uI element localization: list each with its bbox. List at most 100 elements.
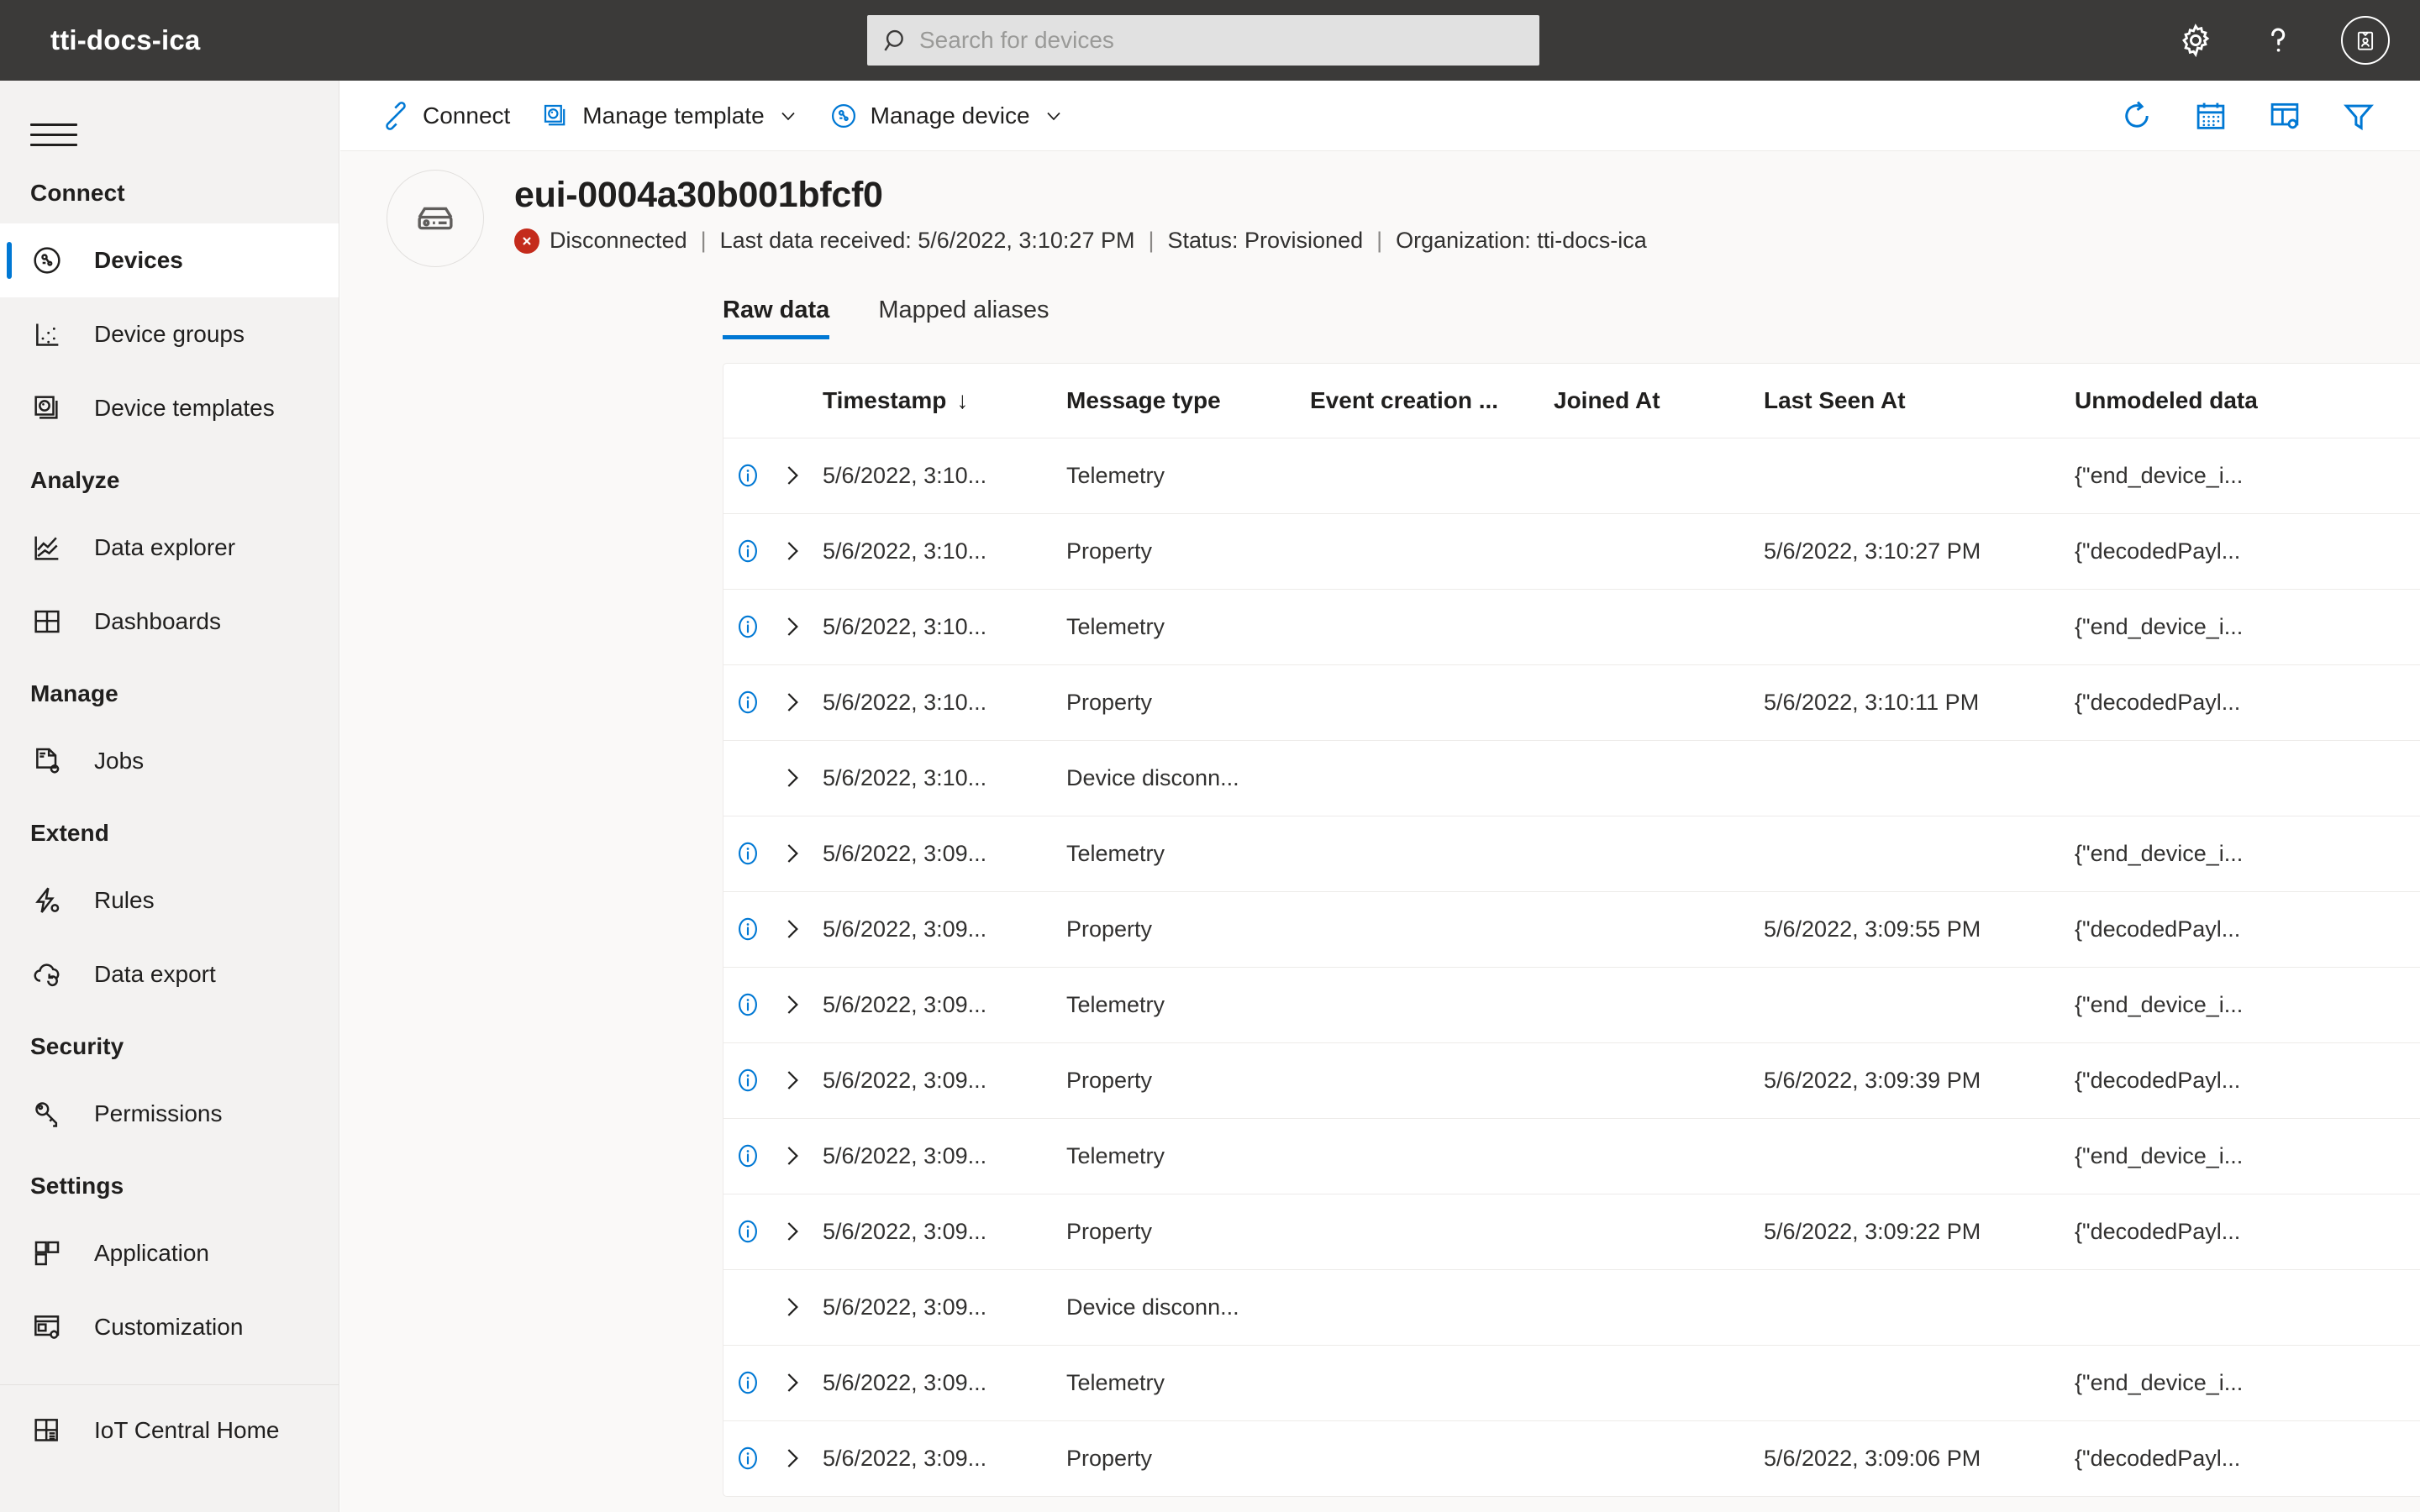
- info-icon[interactable]: [734, 461, 762, 490]
- info-icon[interactable]: [734, 1217, 762, 1246]
- sidebar-item-devices[interactable]: Devices: [0, 223, 339, 297]
- info-icon[interactable]: [734, 990, 762, 1019]
- info-icon[interactable]: [734, 612, 762, 641]
- info-icon[interactable]: [734, 1066, 762, 1095]
- sidebar-item-iot-central-home[interactable]: IoT Central Home: [0, 1394, 339, 1467]
- status-separator: |: [1148, 228, 1154, 254]
- table-row[interactable]: 5/6/2022, 3:09...Property5/6/2022, 3:09:…: [723, 1420, 2420, 1496]
- sidebar-item-application[interactable]: Application: [0, 1216, 339, 1290]
- sidebar-item-device-templates[interactable]: Device templates: [0, 371, 339, 445]
- sidebar-item-label: Rules: [94, 887, 155, 914]
- info-icon[interactable]: [734, 1444, 762, 1473]
- menu-toggle-button[interactable]: [30, 111, 77, 158]
- refresh-icon[interactable]: [2119, 98, 2154, 134]
- command-bar-right-actions: [2119, 98, 2420, 134]
- table-row[interactable]: 5/6/2022, 3:09...Telemetry{"end_device_i…: [723, 1118, 2420, 1194]
- table-row[interactable]: 5/6/2022, 3:10...Property5/6/2022, 3:10:…: [723, 513, 2420, 589]
- chevron-right-icon[interactable]: [779, 538, 806, 564]
- table-row[interactable]: 5/6/2022, 3:10...Telemetry{"end_device_i…: [723, 589, 2420, 664]
- chevron-right-icon[interactable]: [779, 1369, 806, 1396]
- settings-icon[interactable]: [2176, 21, 2215, 60]
- chevron-right-icon[interactable]: [779, 1067, 806, 1094]
- search-input[interactable]: [919, 22, 1524, 59]
- table-row[interactable]: 5/6/2022, 3:09...Telemetry{"end_device_i…: [723, 967, 2420, 1042]
- device-header-text: eui-0004a30b001bfcf0 Disconnected | Last…: [514, 170, 1647, 254]
- column-header-joined-at[interactable]: Joined At: [1554, 364, 1764, 438]
- table-row[interactable]: 5/6/2022, 3:10...Property5/6/2022, 3:10:…: [723, 664, 2420, 740]
- filter-icon[interactable]: [2341, 98, 2376, 134]
- sidebar-item-rules[interactable]: Rules: [0, 864, 339, 937]
- chevron-right-icon[interactable]: [779, 1445, 806, 1472]
- info-icon[interactable]: [734, 1142, 762, 1170]
- chevron-right-icon[interactable]: [779, 916, 806, 942]
- info-icon[interactable]: [734, 1368, 762, 1397]
- nav-group-manage: Manage: [0, 659, 339, 724]
- cell-message-type: Telemetry: [1066, 438, 1310, 513]
- device-groups-icon: [30, 318, 64, 351]
- chevron-right-icon[interactable]: [779, 764, 806, 791]
- sidebar-item-data-export[interactable]: Data export: [0, 937, 339, 1011]
- table-row[interactable]: 5/6/2022, 3:09...Property5/6/2022, 3:09:…: [723, 891, 2420, 967]
- sidebar-item-customization[interactable]: Customization: [0, 1290, 339, 1364]
- time-range-icon[interactable]: [2193, 98, 2228, 134]
- cell-unmodeled-data: {"decodedPayl...: [2075, 1420, 2420, 1496]
- cell-last-seen-at: [1764, 740, 2075, 816]
- chevron-right-icon[interactable]: [779, 1218, 806, 1245]
- tab-mapped-aliases[interactable]: Mapped aliases: [878, 286, 1055, 339]
- cell-message-type: Telemetry: [1066, 816, 1310, 891]
- table-row[interactable]: 5/6/2022, 3:09...Telemetry{"end_device_i…: [723, 816, 2420, 891]
- cell-timestamp: 5/6/2022, 3:09...: [823, 1042, 1066, 1118]
- table-row[interactable]: 5/6/2022, 3:10...Telemetry{"end_device_i…: [723, 438, 2420, 513]
- chevron-down-icon: [778, 106, 798, 126]
- column-header-timestamp[interactable]: Timestamp↓: [823, 364, 1066, 438]
- manage-device-icon: [829, 101, 859, 131]
- sidebar-item-permissions[interactable]: Permissions: [0, 1077, 339, 1151]
- column-header-event-creation[interactable]: Event creation ...: [1310, 364, 1554, 438]
- data-export-icon: [30, 958, 64, 991]
- cell-message-type: Property: [1066, 664, 1310, 740]
- cell-event-creation: [1310, 438, 1554, 513]
- app-brand-title: tti-docs-ica: [50, 24, 200, 56]
- customization-icon: [30, 1310, 64, 1344]
- connect-button[interactable]: Connect: [366, 81, 525, 151]
- manage-device-button[interactable]: Manage device: [813, 81, 1079, 151]
- cell-joined-at: [1554, 1269, 1764, 1345]
- info-icon[interactable]: [734, 688, 762, 717]
- cell-joined-at: [1554, 589, 1764, 664]
- manage-template-button[interactable]: Manage template: [525, 81, 813, 151]
- nav-group-extend: Extend: [0, 798, 339, 864]
- column-options-icon[interactable]: [2267, 98, 2302, 134]
- chevron-right-icon[interactable]: [779, 991, 806, 1018]
- column-header-last-seen-at[interactable]: Last Seen At: [1764, 364, 2075, 438]
- table-row[interactable]: 5/6/2022, 3:09...Property5/6/2022, 3:09:…: [723, 1042, 2420, 1118]
- tab-raw-data[interactable]: Raw data: [723, 286, 836, 339]
- info-icon[interactable]: [734, 915, 762, 943]
- chevron-right-icon[interactable]: [779, 613, 806, 640]
- help-icon[interactable]: [2259, 21, 2297, 60]
- chevron-right-icon[interactable]: [779, 840, 806, 867]
- chevron-right-icon[interactable]: [779, 1294, 806, 1320]
- global-search[interactable]: [867, 15, 1539, 66]
- account-avatar-button[interactable]: [2341, 16, 2390, 65]
- sidebar-item-label: Customization: [94, 1314, 243, 1341]
- column-header-unmodeled-data[interactable]: Unmodeled data: [2075, 364, 2420, 438]
- chevron-right-icon[interactable]: [779, 689, 806, 716]
- info-icon[interactable]: [734, 839, 762, 868]
- cell-event-creation: [1310, 589, 1554, 664]
- sidebar-item-dashboards[interactable]: Dashboards: [0, 585, 339, 659]
- table-row[interactable]: 5/6/2022, 3:09...Telemetry{"end_device_i…: [723, 1345, 2420, 1420]
- cell-event-creation: [1310, 816, 1554, 891]
- sidebar-item-label: Data explorer: [94, 534, 235, 561]
- chevron-right-icon[interactable]: [779, 1142, 806, 1169]
- sidebar-item-data-explorer[interactable]: Data explorer: [0, 511, 339, 585]
- sidebar-item-jobs[interactable]: Jobs: [0, 724, 339, 798]
- column-header-message-type[interactable]: Message type: [1066, 364, 1310, 438]
- cell-row-controls: [723, 589, 823, 664]
- chevron-right-icon[interactable]: [779, 462, 806, 489]
- table-row[interactable]: 5/6/2022, 3:09...Device disconn...: [723, 1269, 2420, 1345]
- table-row[interactable]: 5/6/2022, 3:09...Property5/6/2022, 3:09:…: [723, 1194, 2420, 1269]
- cell-unmodeled-data: {"decodedPayl...: [2075, 513, 2420, 589]
- table-row[interactable]: 5/6/2022, 3:10...Device disconn...: [723, 740, 2420, 816]
- sidebar-item-device-groups[interactable]: Device groups: [0, 297, 339, 371]
- info-icon[interactable]: [734, 537, 762, 565]
